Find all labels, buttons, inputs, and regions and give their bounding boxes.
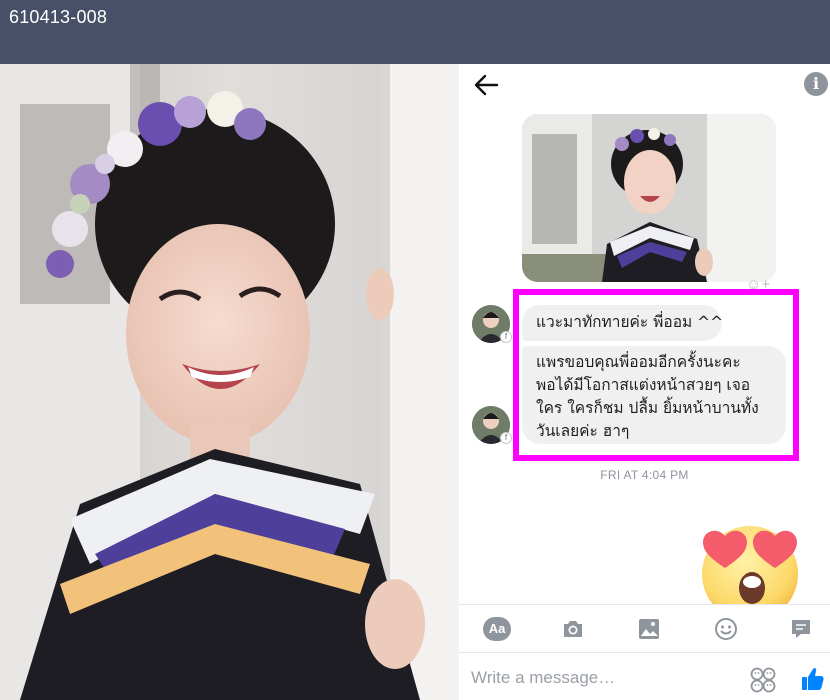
highlight-annotation-box [513, 289, 799, 461]
like-thumb-icon[interactable] [801, 666, 825, 692]
composer-toolbar: Aa [459, 604, 830, 652]
conversation-header: i [459, 64, 830, 106]
graduation-photo [0, 64, 459, 700]
shared-photo-thumbnail[interactable] [522, 114, 776, 282]
message-composer [459, 652, 830, 700]
messenger-panel: i ☺+ f แวะมาทักทายค่ะ พี่ออม ^^ แพรขอบคุ… [459, 64, 830, 700]
top-header-bar: 610413-008 [0, 0, 830, 64]
emoji-icon[interactable] [714, 617, 738, 641]
info-icon[interactable]: i [804, 72, 828, 96]
facebook-badge-icon: f [500, 331, 512, 343]
gallery-icon[interactable] [638, 617, 660, 641]
text-format-icon[interactable]: Aa [483, 617, 511, 641]
message-timestamp: FRI AT 4:04 PM [600, 468, 689, 482]
facebook-badge-icon: f [500, 432, 512, 444]
chat-icon[interactable] [790, 617, 812, 641]
back-arrow-icon[interactable] [473, 73, 499, 97]
image-code: 610413-008 [9, 7, 108, 27]
message-input[interactable] [471, 663, 741, 693]
sticker-icon[interactable] [750, 667, 776, 693]
camera-icon[interactable] [561, 617, 585, 641]
screen: 610413-008 i ☺+ f แวะมาทักทายค่ะ พี่ออม … [0, 0, 830, 700]
